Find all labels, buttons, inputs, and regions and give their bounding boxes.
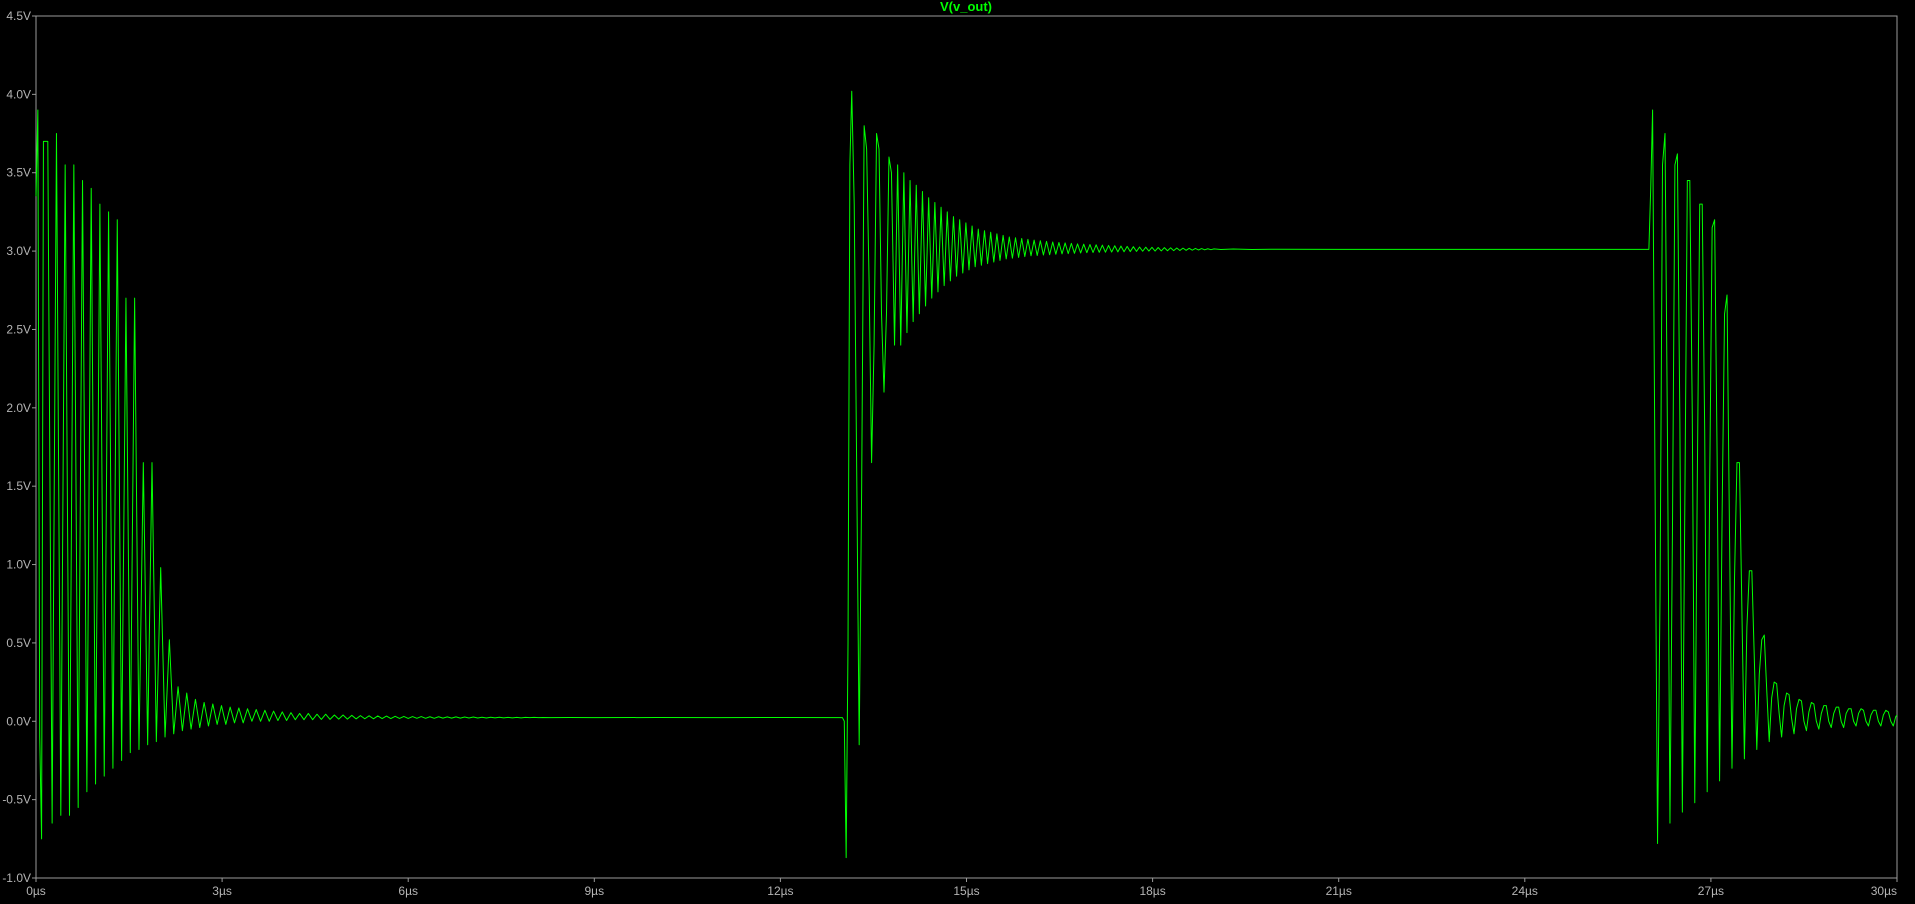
x-tick-label: 12µs xyxy=(767,884,793,898)
y-tick-label: 2.0V xyxy=(6,401,31,415)
x-tick-label: 18µs xyxy=(1139,884,1165,898)
waveform-plot[interactable]: V(v_out) 4.5V 4.0V 3.5V 3.0V 2.5V 2.0V 1.5V 1.0… xyxy=(0,0,1915,904)
x-tick-label: 0µs xyxy=(26,884,46,898)
y-tick-label: 4.0V xyxy=(6,87,31,101)
y-tick-label: 4.5V xyxy=(6,9,31,23)
x-tick-label: 9µs xyxy=(585,884,605,898)
plot-background xyxy=(0,0,1915,904)
x-tick-label: 15µs xyxy=(953,884,979,898)
y-tick-label: 0.0V xyxy=(6,714,31,728)
x-tick-label: 21µs xyxy=(1326,884,1352,898)
trace-title[interactable]: V(v_out) xyxy=(940,0,992,14)
y-tick-label: 3.5V xyxy=(6,166,31,180)
x-tick-label: 24µs xyxy=(1512,884,1538,898)
y-tick-label: -1.0V xyxy=(2,871,31,885)
x-tick-label: 30µs xyxy=(1871,884,1897,898)
y-tick-label: 1.5V xyxy=(6,479,31,493)
y-tick-label: -0.5V xyxy=(2,793,31,807)
x-tick-label: 6µs xyxy=(398,884,418,898)
x-tick-label: 3µs xyxy=(212,884,232,898)
y-tick-label: 1.0V xyxy=(6,558,31,572)
y-tick-label: 3.0V xyxy=(6,244,31,258)
x-tick-label: 27µs xyxy=(1698,884,1724,898)
y-tick-label: 2.5V xyxy=(6,322,31,336)
y-tick-label: 0.5V xyxy=(6,636,31,650)
